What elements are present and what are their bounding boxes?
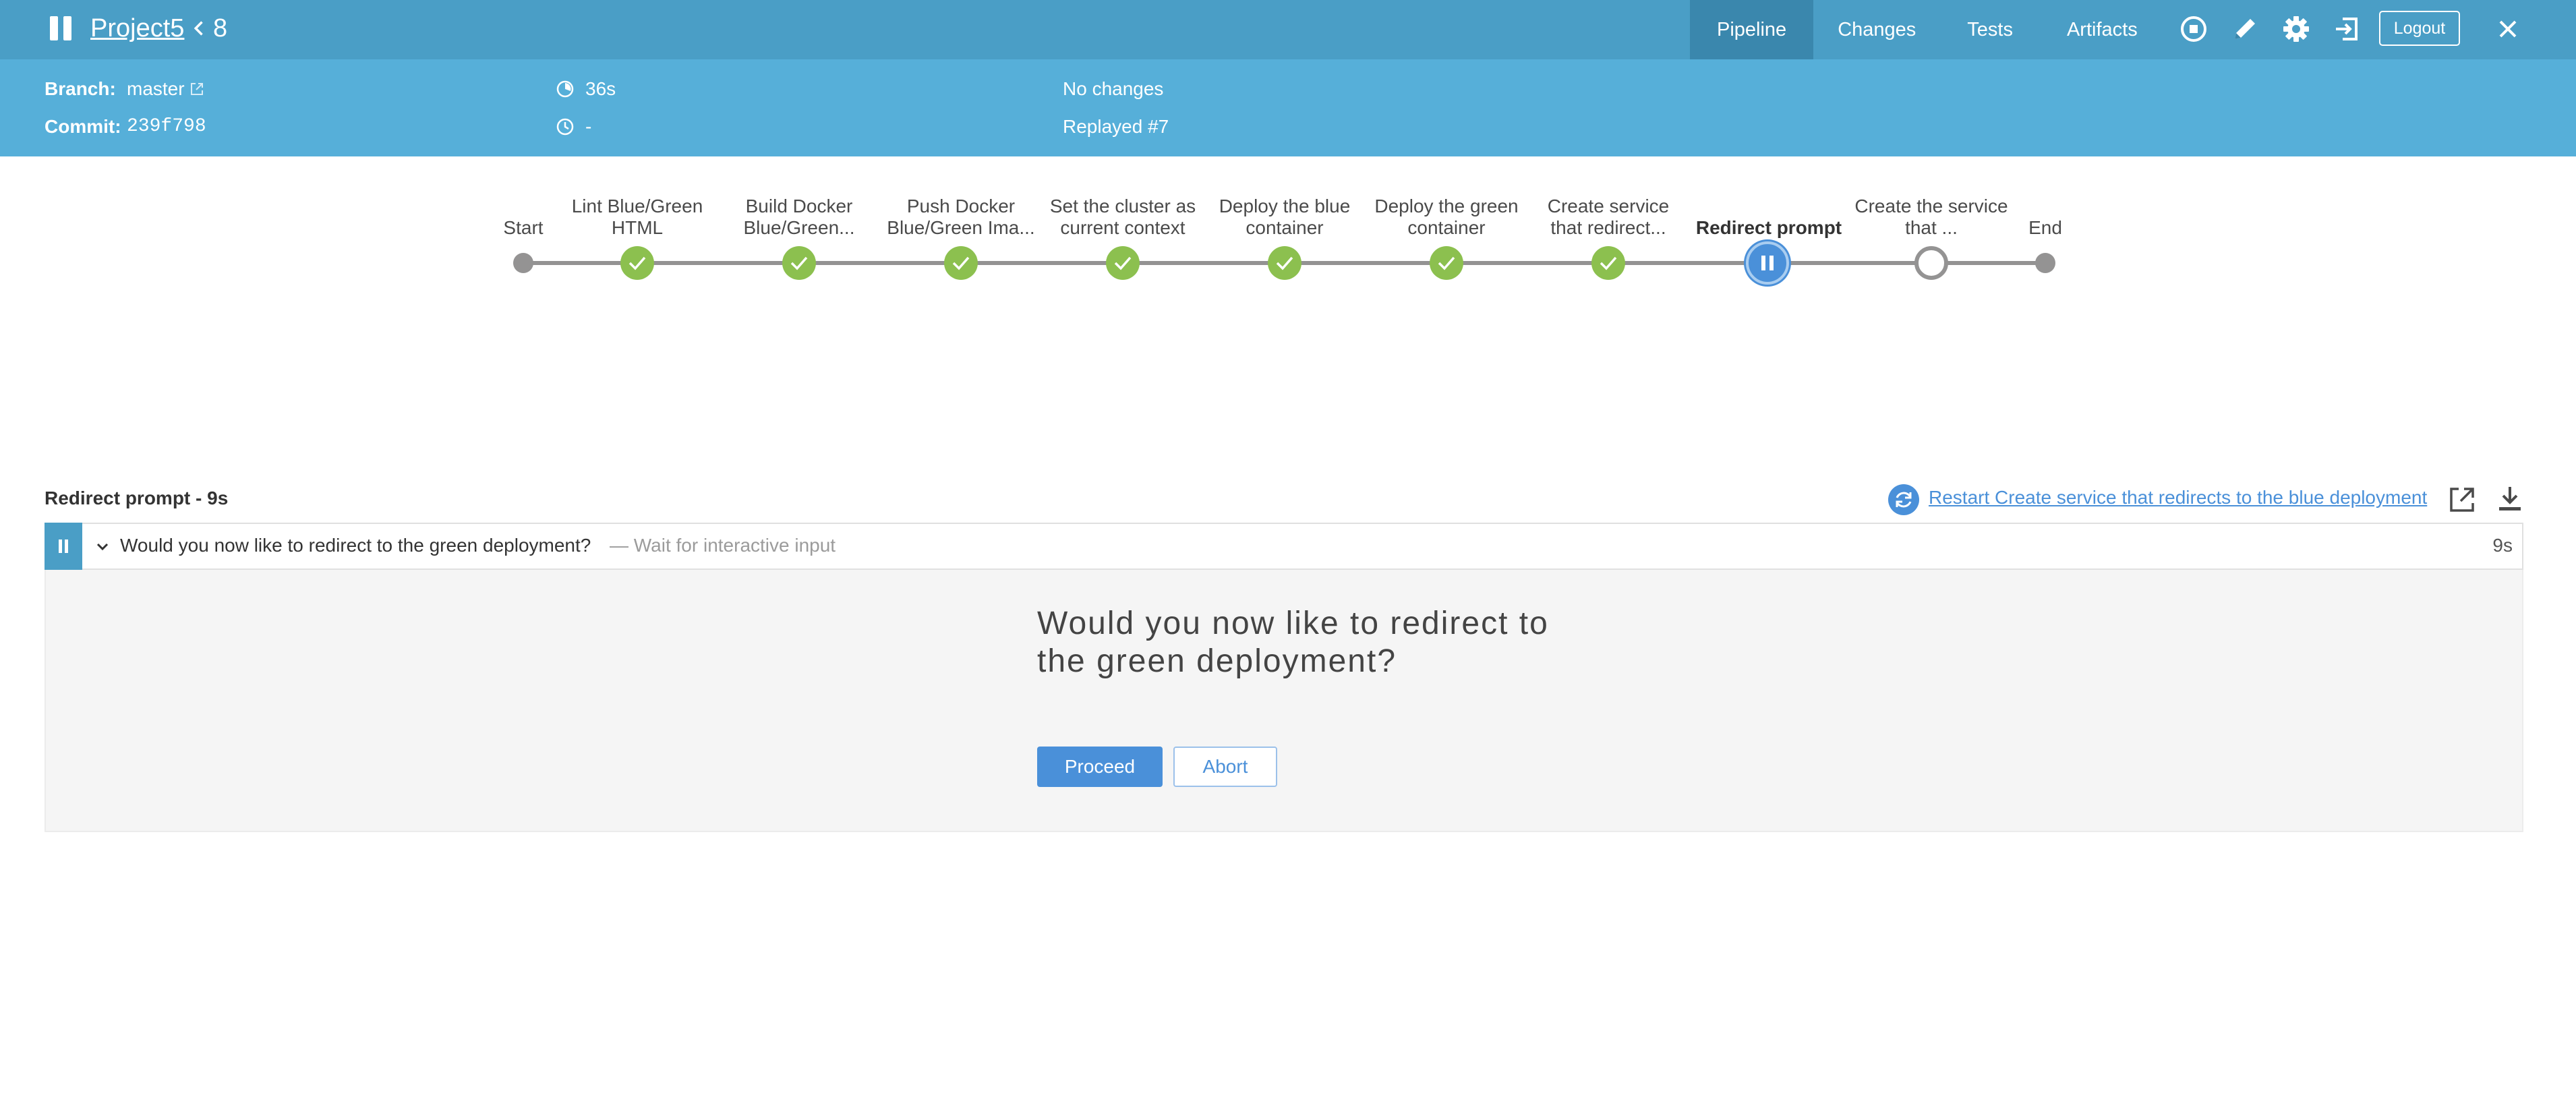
proceed-button[interactable]: Proceed [1037,747,1163,787]
tab-artifacts[interactable]: Artifacts [2040,0,2165,59]
prompt-message-line: the green deployment? [1037,643,1397,679]
stage-label: Blue/Green Ima... [887,217,1035,238]
download-icon[interactable] [2495,484,2525,514]
pipeline-graph: Start Lint Blue/Green HTML Build Docker … [0,156,2576,332]
start-node [513,253,533,273]
stage-label: Create the service [1854,196,2008,216]
stage-label: Lint Blue/Green [571,196,703,216]
time-ago-value: - [585,116,592,137]
clock-icon [556,118,574,136]
changes-text: No changes [1063,78,1164,99]
stage-label: Blue/Green... [743,217,855,238]
success-check-icon [1268,246,1301,280]
queued-stage-icon [1914,246,1948,280]
stage-label: HTML [611,217,664,238]
back-chevron-icon[interactable] [190,19,209,38]
step-type: — Wait for interactive input [610,535,836,556]
prompt-message: Would you now like to redirect to the gr… [1037,605,1644,680]
stage-label: Redirect prompt [1695,217,1842,238]
run-number: 8 [213,14,228,42]
replayed-text: Replayed #7 [1063,116,1169,137]
stage-label: container [1407,217,1486,238]
stage-label: that redirect... [1550,217,1666,238]
step-title: Redirect prompt - 9s [45,488,229,508]
close-icon[interactable] [2491,12,2525,46]
paused-status-icon [45,523,82,570]
stage-label: Build Docker [745,196,853,216]
step-duration: 9s [2492,535,2513,556]
duration-value: 36s [585,78,616,99]
logout-button[interactable]: Logout [2379,11,2460,46]
input-prompt-panel: Would you now like to redirect to the gr… [45,570,2523,832]
restart-stage-link[interactable]: Restart Create service that redirects to… [1929,487,2427,508]
abort-button[interactable]: Abort [1173,747,1277,787]
success-check-icon [944,246,978,280]
exit-icon[interactable] [2331,12,2364,46]
restart-icon[interactable] [1887,483,1921,517]
stage-label: container [1246,217,1324,238]
project-link[interactable]: Project5 [90,12,184,45]
tab-changes[interactable]: Changes [1813,0,1940,59]
stage-label: current context [1060,217,1185,238]
branch-value: master [127,78,185,99]
success-check-icon [1430,246,1463,280]
tab-tests[interactable]: Tests [1940,0,2040,59]
success-check-icon [782,246,816,280]
stage-label: Set the cluster as [1049,196,1196,216]
branch-label: Branch: [45,78,116,99]
edit-icon[interactable] [2228,12,2262,46]
step-description: Would you now like to redirect to the gr… [120,535,591,556]
end-node [2035,253,2055,273]
stage-label: Deploy the blue [1219,196,1351,216]
stage-label: End [2028,217,2062,238]
success-check-icon [1591,246,1625,280]
run-info-bar: Branch: master Commit: 239f798 36s - No … [0,59,2576,156]
top-bar: Project5 8 Pipeline Changes Tests Artifa… [0,0,2576,59]
stage-label: Deploy the green [1374,196,1519,216]
success-check-icon [1106,246,1140,280]
tab-pipeline[interactable]: Pipeline [1690,0,1814,59]
duration-icon [556,80,574,98]
stop-icon[interactable] [2177,12,2211,46]
chevron-down-icon[interactable] [93,537,112,556]
commit-value: 239f798 [127,116,206,137]
external-link-icon[interactable] [189,81,205,97]
prompt-message-line: Would you now like to redirect to [1037,606,1549,641]
gear-icon[interactable] [2279,12,2313,46]
paused-stage-icon [1746,241,1789,285]
tab-bar: Pipeline Changes Tests Artifacts [1690,0,2165,59]
commit-label: Commit: [45,116,121,137]
pause-icon [47,15,74,42]
open-in-new-window-icon[interactable] [2447,484,2478,515]
step-row[interactable]: Would you now like to redirect to the gr… [45,523,2523,570]
stage-label: Push Docker [906,196,1016,216]
stage-label: Create service [1547,196,1670,216]
success-check-icon [620,246,654,280]
